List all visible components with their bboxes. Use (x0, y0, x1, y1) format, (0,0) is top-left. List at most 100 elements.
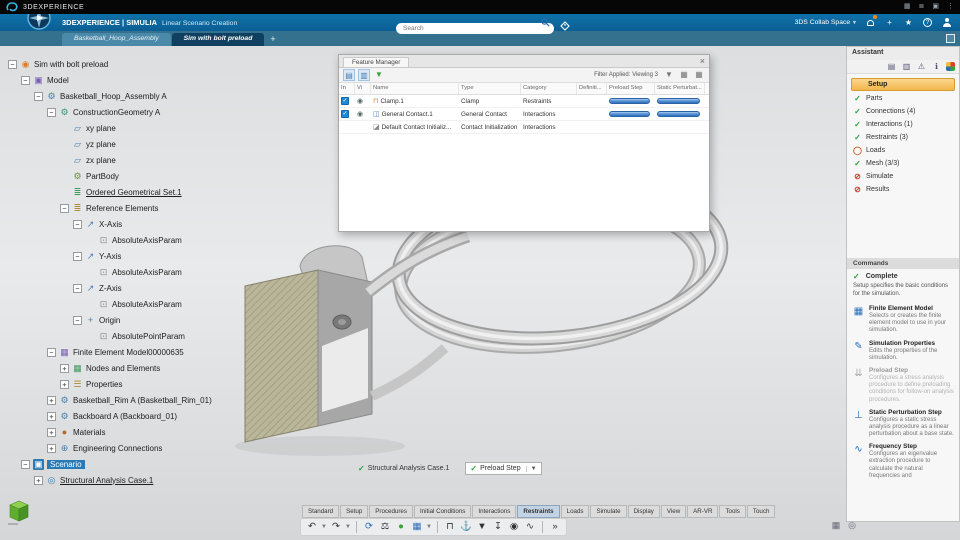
tag-icon[interactable] (560, 21, 570, 31)
tree-item[interactable]: + ☰ Properties (6, 376, 306, 392)
ribbon-tab-initial-conditions[interactable]: Initial Conditions (413, 505, 472, 518)
feature-manager-window[interactable]: Feature Manager × ▤ ▥ ▼ Filter Applied: … (338, 54, 710, 232)
collapse-icon[interactable]: − (47, 347, 56, 357)
column-header[interactable]: Name (371, 83, 459, 94)
fm-grid-icon[interactable]: ▦ (678, 69, 690, 81)
collapse-icon[interactable]: − (47, 107, 56, 117)
ribbon-tab-loads[interactable]: Loads (560, 505, 590, 518)
help-icon[interactable]: ? (922, 17, 933, 28)
feature-row[interactable]: ✓ ◉ ◫ General Contact.1 General Contact Inter… (339, 108, 709, 121)
search-icon[interactable] (541, 18, 550, 27)
ribbon-tab-standard[interactable]: Standard (302, 505, 340, 518)
column-header[interactable]: Type (459, 83, 521, 94)
assistant-step-mesh-3-3-[interactable]: ✓ Mesh (3/3) (847, 157, 959, 170)
bolt-icon[interactable]: ↧ (491, 520, 505, 534)
search-input[interactable] (396, 23, 554, 34)
redo-more-icon[interactable]: ▼ (345, 520, 351, 534)
command-static-perturbation-step[interactable]: ⊥ Static Perturbation Step Configures a st… (847, 406, 959, 441)
expand-icon[interactable]: + (34, 475, 43, 485)
tree-item[interactable]: ⊡ AbsoluteAxisParam (6, 264, 306, 280)
compass-colorful-icon[interactable] (946, 62, 955, 71)
command-frequency-step[interactable]: ∿ Frequency Step Configures an eigenvalue … (847, 440, 959, 482)
expand-icon[interactable]: + (47, 443, 56, 453)
bell-icon[interactable] (865, 15, 877, 28)
ribbon-tab-restraints[interactable]: Restraints (517, 505, 560, 518)
ribbon-tab-tools[interactable]: Tools (719, 505, 746, 518)
tree-item[interactable]: + ● Materials (6, 424, 306, 440)
ribbon-tab-display[interactable]: Display (627, 505, 660, 518)
eye-icon[interactable]: ◉ (357, 97, 363, 105)
assistant-step-restraints-3-[interactable]: ✓ Restraints (3) (847, 131, 959, 144)
layout-icon[interactable]: ▤ (886, 62, 897, 71)
assistant-step-parts[interactable]: ✓ Parts (847, 92, 959, 105)
expand-icon[interactable]: + (47, 427, 56, 437)
tree-item[interactable]: ▱ xy plane (6, 120, 306, 136)
document-tab[interactable]: Basketball_Hoop_Assembly (62, 33, 171, 46)
user-icon[interactable] (941, 17, 952, 28)
tree-item[interactable]: − ▣ Model (6, 72, 306, 88)
grid-icon[interactable]: ▦ (830, 520, 842, 531)
step-selector[interactable]: ✓ Preload Step ▼ (465, 462, 542, 475)
feature-manager-title[interactable]: Feature Manager (343, 57, 410, 67)
include-checkbox[interactable]: ✓ (339, 95, 355, 107)
warning-icon[interactable]: ⚠ (916, 62, 927, 71)
ribbon-tab-touch[interactable]: Touch (746, 505, 776, 518)
new-tab-button[interactable]: + (270, 32, 275, 46)
collapse-icon[interactable]: − (21, 75, 30, 85)
undo-icon[interactable]: ↶ (305, 520, 319, 534)
ribbon-tab-ar-vr[interactable]: AR-VR (687, 505, 719, 518)
tree-item[interactable]: − ▦ Finite Element Model00000635 (6, 344, 306, 360)
collapse-icon[interactable]: − (60, 203, 69, 213)
ribbon-tab-procedures[interactable]: Procedures (369, 505, 413, 518)
dots-icon[interactable]: ⋮ (947, 0, 954, 14)
column-header[interactable]: Definiti... (577, 83, 607, 94)
tree-item[interactable]: − ↗ Z-Axis (6, 280, 306, 296)
material-sphere-icon[interactable]: ● (394, 520, 408, 534)
ribbon-tab-view[interactable]: View (660, 505, 687, 518)
collab-space-selector[interactable]: 3DS Collab Space ▼ (795, 19, 857, 26)
collapse-icon[interactable]: − (73, 283, 82, 293)
include-checkbox[interactable] (339, 121, 355, 133)
tree-item[interactable]: − ↗ X-Axis (6, 216, 306, 232)
expand-icon[interactable]: + (47, 411, 56, 421)
tree-item[interactable]: − ↗ Y-Axis (6, 248, 306, 264)
command-finite-element-model[interactable]: ▦ Finite Element Model Selects or creates … (847, 302, 959, 337)
tree-item[interactable]: ⊡ AbsoluteAxisParam (6, 232, 306, 248)
assistant-step-results[interactable]: ⊘ Results (847, 183, 959, 196)
visibility-toggle[interactable] (355, 121, 371, 133)
info-icon[interactable]: ℹ (931, 62, 942, 71)
assistant-step-loads[interactable]: ◯ Loads (847, 144, 959, 157)
ribbon-tab-interactions[interactable]: Interactions (472, 505, 517, 518)
column-header[interactable]: Vi (355, 83, 371, 94)
checkbox-checked[interactable]: ✓ (341, 97, 349, 105)
tree-item[interactable]: − ⚙ Basketball_Hoop_Assembly A (6, 88, 306, 104)
redo-icon[interactable]: ↷ (329, 520, 343, 534)
collapse-icon[interactable]: − (8, 59, 17, 69)
tree-item[interactable]: ≣ Ordered Geometrical Set.1 (6, 184, 306, 200)
column-header[interactable]: Preload Step (607, 83, 655, 94)
checkbox-checked[interactable]: ✓ (341, 110, 349, 118)
tree-item[interactable]: ⊡ AbsolutePointParam (6, 328, 306, 344)
visibility-toggle[interactable]: ◉ (355, 108, 371, 120)
view-cube-icon[interactable] (6, 498, 32, 526)
stack-icon[interactable]: ≣ (919, 0, 925, 14)
collapse-icon[interactable]: − (34, 91, 43, 101)
feature-row[interactable]: ✓ ◉ ⊓ Clamp.1 Clamp Restraints (339, 95, 709, 108)
anchor-icon[interactable]: ⚓ (459, 520, 473, 534)
star-icon[interactable]: ★ (903, 17, 914, 28)
tree-item[interactable]: + ⚙ Basketball_Rim A (Basketball_Rim_01) (6, 392, 306, 408)
window-icon[interactable]: ▣ (932, 0, 939, 14)
tree-item[interactable]: − ⚙ ConstructionGeometry A (6, 104, 306, 120)
command-preload-step[interactable]: ⇊ Preload Step Configures a stress analysi… (847, 364, 959, 406)
tree-item[interactable]: + ◎ Structural Analysis Case.1 (6, 472, 306, 488)
3d-viewport[interactable]: − ◉ Sim with bolt preload − ▣ Model − ⚙ Basketba… (0, 46, 960, 540)
document-tab[interactable]: Sim with bolt preload (171, 33, 265, 46)
collapse-icon[interactable]: − (73, 315, 82, 325)
tree-item[interactable]: + ⊕ Engineering Connections (6, 440, 306, 456)
collapse-icon[interactable]: − (21, 459, 30, 469)
data-table-icon[interactable]: ▦ (410, 520, 424, 534)
table-more-icon[interactable]: ▼ (426, 520, 432, 534)
expand-icon[interactable]: + (60, 379, 69, 389)
fm-filter-icon[interactable]: ▼ (373, 69, 385, 81)
assistant-step-simulate[interactable]: ⊘ Simulate (847, 170, 959, 183)
